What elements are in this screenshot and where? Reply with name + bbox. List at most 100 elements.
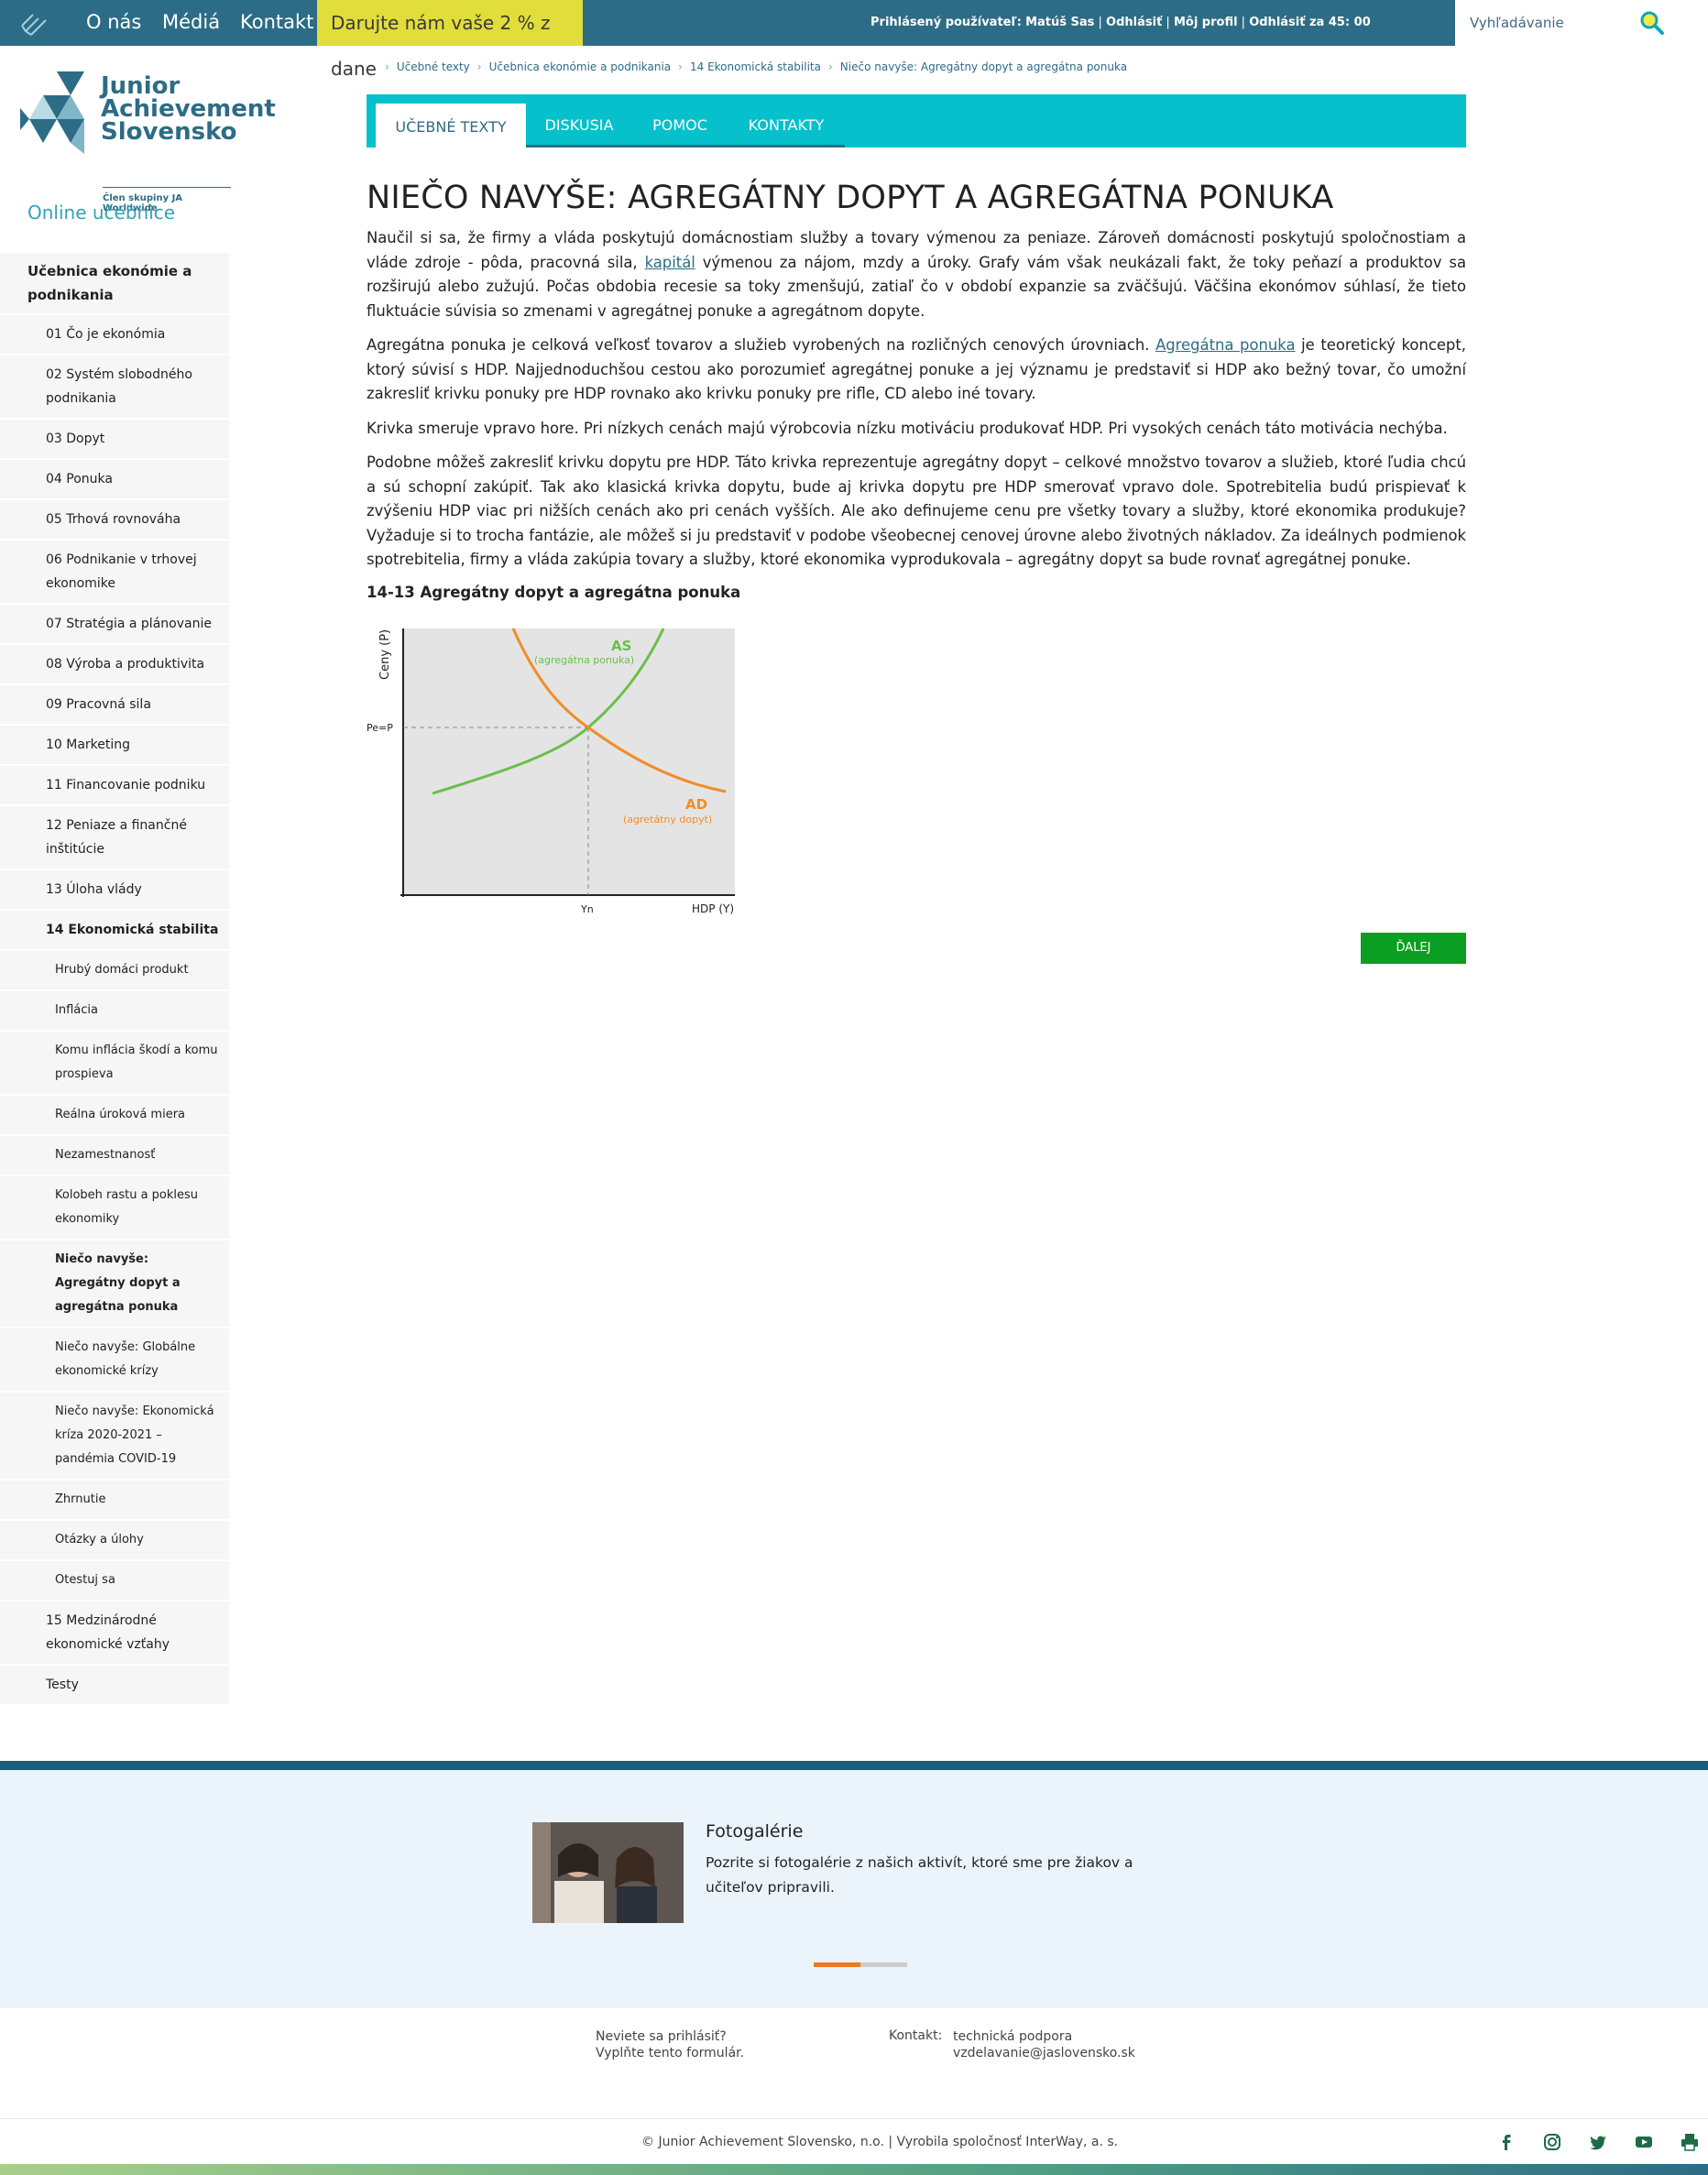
x-axis-label: HDP (Y) [692, 902, 734, 915]
ad-sublabel: (agretátny dopyt) [623, 814, 712, 825]
breadcrumb-item[interactable]: Učebné texty [397, 60, 470, 73]
sidebar-title[interactable]: Online učebnice [27, 202, 175, 224]
sidebar-item[interactable]: 10 Marketing [0, 726, 229, 766]
facebook-icon[interactable] [1496, 2132, 1516, 2152]
sidebar-item[interactable]: Zhrnutie [0, 1481, 229, 1521]
user-label: Prihlásený používateľ: [870, 16, 1022, 29]
breadcrumb-separator: › [385, 60, 389, 73]
next-button[interactable]: ĎALEJ [1361, 933, 1466, 964]
gallery-photo-image [532, 1822, 684, 1923]
contact-email[interactable]: vzdelavanie@jaslovensko.sk [953, 2045, 1135, 2061]
instagram-icon[interactable] [1542, 2132, 1562, 2152]
twitter-icon[interactable] [1588, 2132, 1608, 2152]
nav-kontakt[interactable]: Kontakt [240, 11, 313, 33]
breadcrumb-separator: › [678, 60, 683, 73]
figure-title: 14-13 Agregátny dopyt a agregátna ponuka [367, 583, 741, 601]
sidebar-item[interactable]: Nezamestnanosť [0, 1136, 229, 1176]
sidebar: Junior Achievement Slovensko Člen skupin… [0, 46, 276, 1752]
youtube-icon[interactable] [1634, 2132, 1654, 2152]
search-box [1455, 0, 1708, 46]
sidebar-item[interactable]: Niečo navyše: Globálne ekonomické krízy [0, 1328, 229, 1393]
footer-info: Neviete sa prihlásiť? Vyplňte tento form… [0, 2008, 1708, 2118]
print-icon[interactable] [1680, 2132, 1700, 2152]
sidebar-item[interactable]: 07 Stratégia a plánovanie [0, 605, 229, 645]
sidebar-item[interactable]: 03 Dopyt [0, 420, 229, 460]
brand-logo[interactable]: Junior Achievement Slovensko Člen skupin… [20, 71, 276, 213]
contact-info: technická podpora vzdelavanie@jaslovensk… [953, 2028, 1135, 2061]
sidebar-item[interactable]: Otestuj sa [0, 1561, 229, 1601]
sidebar-item[interactable]: 15 Medzinárodné ekonomické vzťahy [0, 1601, 229, 1666]
sidebar-item[interactable]: 02 Systém slobodného podnikania [0, 355, 229, 420]
user-name: Matúš Sas [1025, 16, 1095, 29]
breadcrumb-item[interactable]: Niečo navyše: Agregátny dopyt a agregátn… [840, 60, 1127, 73]
paragraph-2: Agregátna ponuka je celková veľkosť tova… [367, 336, 1466, 402]
login-help-form-link[interactable]: Vyplňte tento formulár. [596, 2045, 744, 2061]
sidebar-item[interactable]: 12 Peniaze a finančné inštitúcie [0, 806, 229, 870]
copyright: © Junior Achievement Slovensko, n.o. | V… [641, 2135, 1119, 2149]
gallery-photo[interactable] [532, 1822, 684, 1923]
user-info: Prihlásený používateľ: Matúš Sas | Odhlá… [870, 16, 1371, 29]
login-help: Neviete sa prihlásiť? Vyplňte tento form… [596, 2028, 744, 2061]
sidebar-item[interactable]: Učebnica ekonómie a podnikania [0, 253, 229, 315]
sidebar-item[interactable]: 05 Trhová rovnováha [0, 500, 229, 541]
tab-pomoc[interactable]: POMOC [632, 104, 728, 148]
sidebar-item[interactable]: Testy [0, 1666, 229, 1706]
y-tick-label: Pe=P [367, 722, 393, 734]
sidebar-item[interactable]: 01 Čo je ekonómia [0, 315, 229, 355]
gallery-section: Fotogalérie Pozrite si fotogalérie z naš… [0, 1770, 1708, 2008]
sidebar-item[interactable]: Komu inflácia škodí a komu prospieva [0, 1032, 229, 1096]
breadcrumb-item[interactable]: Učebnica ekonómie a podnikania [489, 60, 672, 73]
sidebar-item[interactable]: Inflácia [0, 991, 229, 1032]
paragraph-1: Naučil si sa, že firmy a vláda poskytujú… [367, 229, 1466, 320]
logout-timer: Odhlásiť za 45: 00 [1249, 16, 1371, 29]
login-help-question: Neviete sa prihlásiť? [596, 2029, 727, 2044]
gallery-slider-progress [814, 1962, 860, 1967]
sidebar-item[interactable]: Reálna úroková miera [0, 1096, 229, 1136]
sidebar-item[interactable]: 09 Pracovná sila [0, 685, 229, 726]
tab-ucebne-texty[interactable]: UČEBNÉ TEXTY [376, 104, 526, 148]
tab-diskusia[interactable]: DISKUSIA [526, 104, 632, 148]
search-icon[interactable] [1638, 9, 1666, 37]
breadcrumb-separator: › [476, 60, 482, 73]
sidebar-menu: Učebnica ekonómie a podnikania 01 Čo je e… [0, 253, 229, 1706]
ja-logo-icon[interactable] [18, 7, 49, 38]
as-label: AS [611, 638, 631, 654]
link-agregatna-ponuka[interactable]: Agregátna ponuka [1155, 336, 1295, 354]
sidebar-item[interactable]: 04 Ponuka [0, 460, 229, 500]
breadcrumb-separator: › [827, 60, 833, 73]
breadcrumb: › Učebné texty › Učebnica ekonómie a podnik… [378, 60, 1127, 73]
sidebar-item[interactable]: Hrubý domáci produkt [0, 951, 229, 991]
sidebar-item[interactable]: Niečo navyše: Agregátny dopyt a agregátn… [0, 1241, 229, 1328]
paragraph-3: Krivka smeruje vpravo hore. Pri nízkych … [367, 419, 1448, 437]
link-kapital[interactable]: kapitál [645, 254, 695, 271]
ad-as-chart: AS (agregátna ponuka) AD (agretátny dopy… [367, 628, 735, 915]
gallery-slider[interactable] [814, 1962, 907, 1967]
breadcrumb-item[interactable]: 14 Ekonomická stabilita [690, 60, 821, 73]
contact-support: technická podpora [953, 2029, 1073, 2044]
sidebar-item[interactable]: Kolobeh rastu a poklesu ekonomiky [0, 1176, 229, 1241]
sidebar-item[interactable]: 13 Úloha vlády [0, 870, 229, 911]
nav-o-nas[interactable]: O nás [86, 11, 141, 33]
x-tick-label: Yn [580, 903, 594, 915]
sidebar-item[interactable]: 08 Výroba a produktivita [0, 645, 229, 685]
profile-link[interactable]: Môj profil [1174, 16, 1238, 29]
gallery-title[interactable]: Fotogalérie [706, 1821, 803, 1842]
ad-label: AD [685, 796, 707, 813]
y-axis-label: Ceny (P) [378, 629, 392, 680]
search-input[interactable] [1470, 12, 1644, 34]
contact-label: Kontakt: [889, 2028, 943, 2043]
logout-link[interactable]: Odhlásiť [1106, 16, 1162, 29]
page-title: NIEČO NAVYŠE: AGREGÁTNY DOPYT A AGREGÁTN… [367, 180, 1334, 216]
sidebar-item[interactable]: Niečo navyše: Ekonomická kríza 2020-2021… [0, 1393, 229, 1481]
sidebar-item[interactable]: 14 Ekonomická stabilita [0, 911, 229, 951]
sidebar-item[interactable]: 11 Financovanie podniku [0, 766, 229, 806]
sidebar-item[interactable]: Otázky a úlohy [0, 1521, 229, 1561]
tab-kontakty[interactable]: KONTAKTY [728, 104, 845, 148]
footer-copyright-bar: © Junior Achievement Slovensko, n.o. | V… [0, 2118, 1708, 2164]
sidebar-item[interactable]: 06 Podnikanie v trhovej ekonomike [0, 541, 229, 605]
top-bar: O nás Médiá Kontakt Darujte nám vaše 2 %… [0, 0, 1708, 80]
donate-button[interactable]: Darujte nám vaše 2 % z dane [317, 0, 583, 80]
paragraph-4: Podobne môžeš zakresliť krivku dopytu pr… [367, 454, 1466, 568]
nav-media[interactable]: Médiá [162, 11, 220, 33]
bottom-strip [0, 2164, 1708, 2175]
